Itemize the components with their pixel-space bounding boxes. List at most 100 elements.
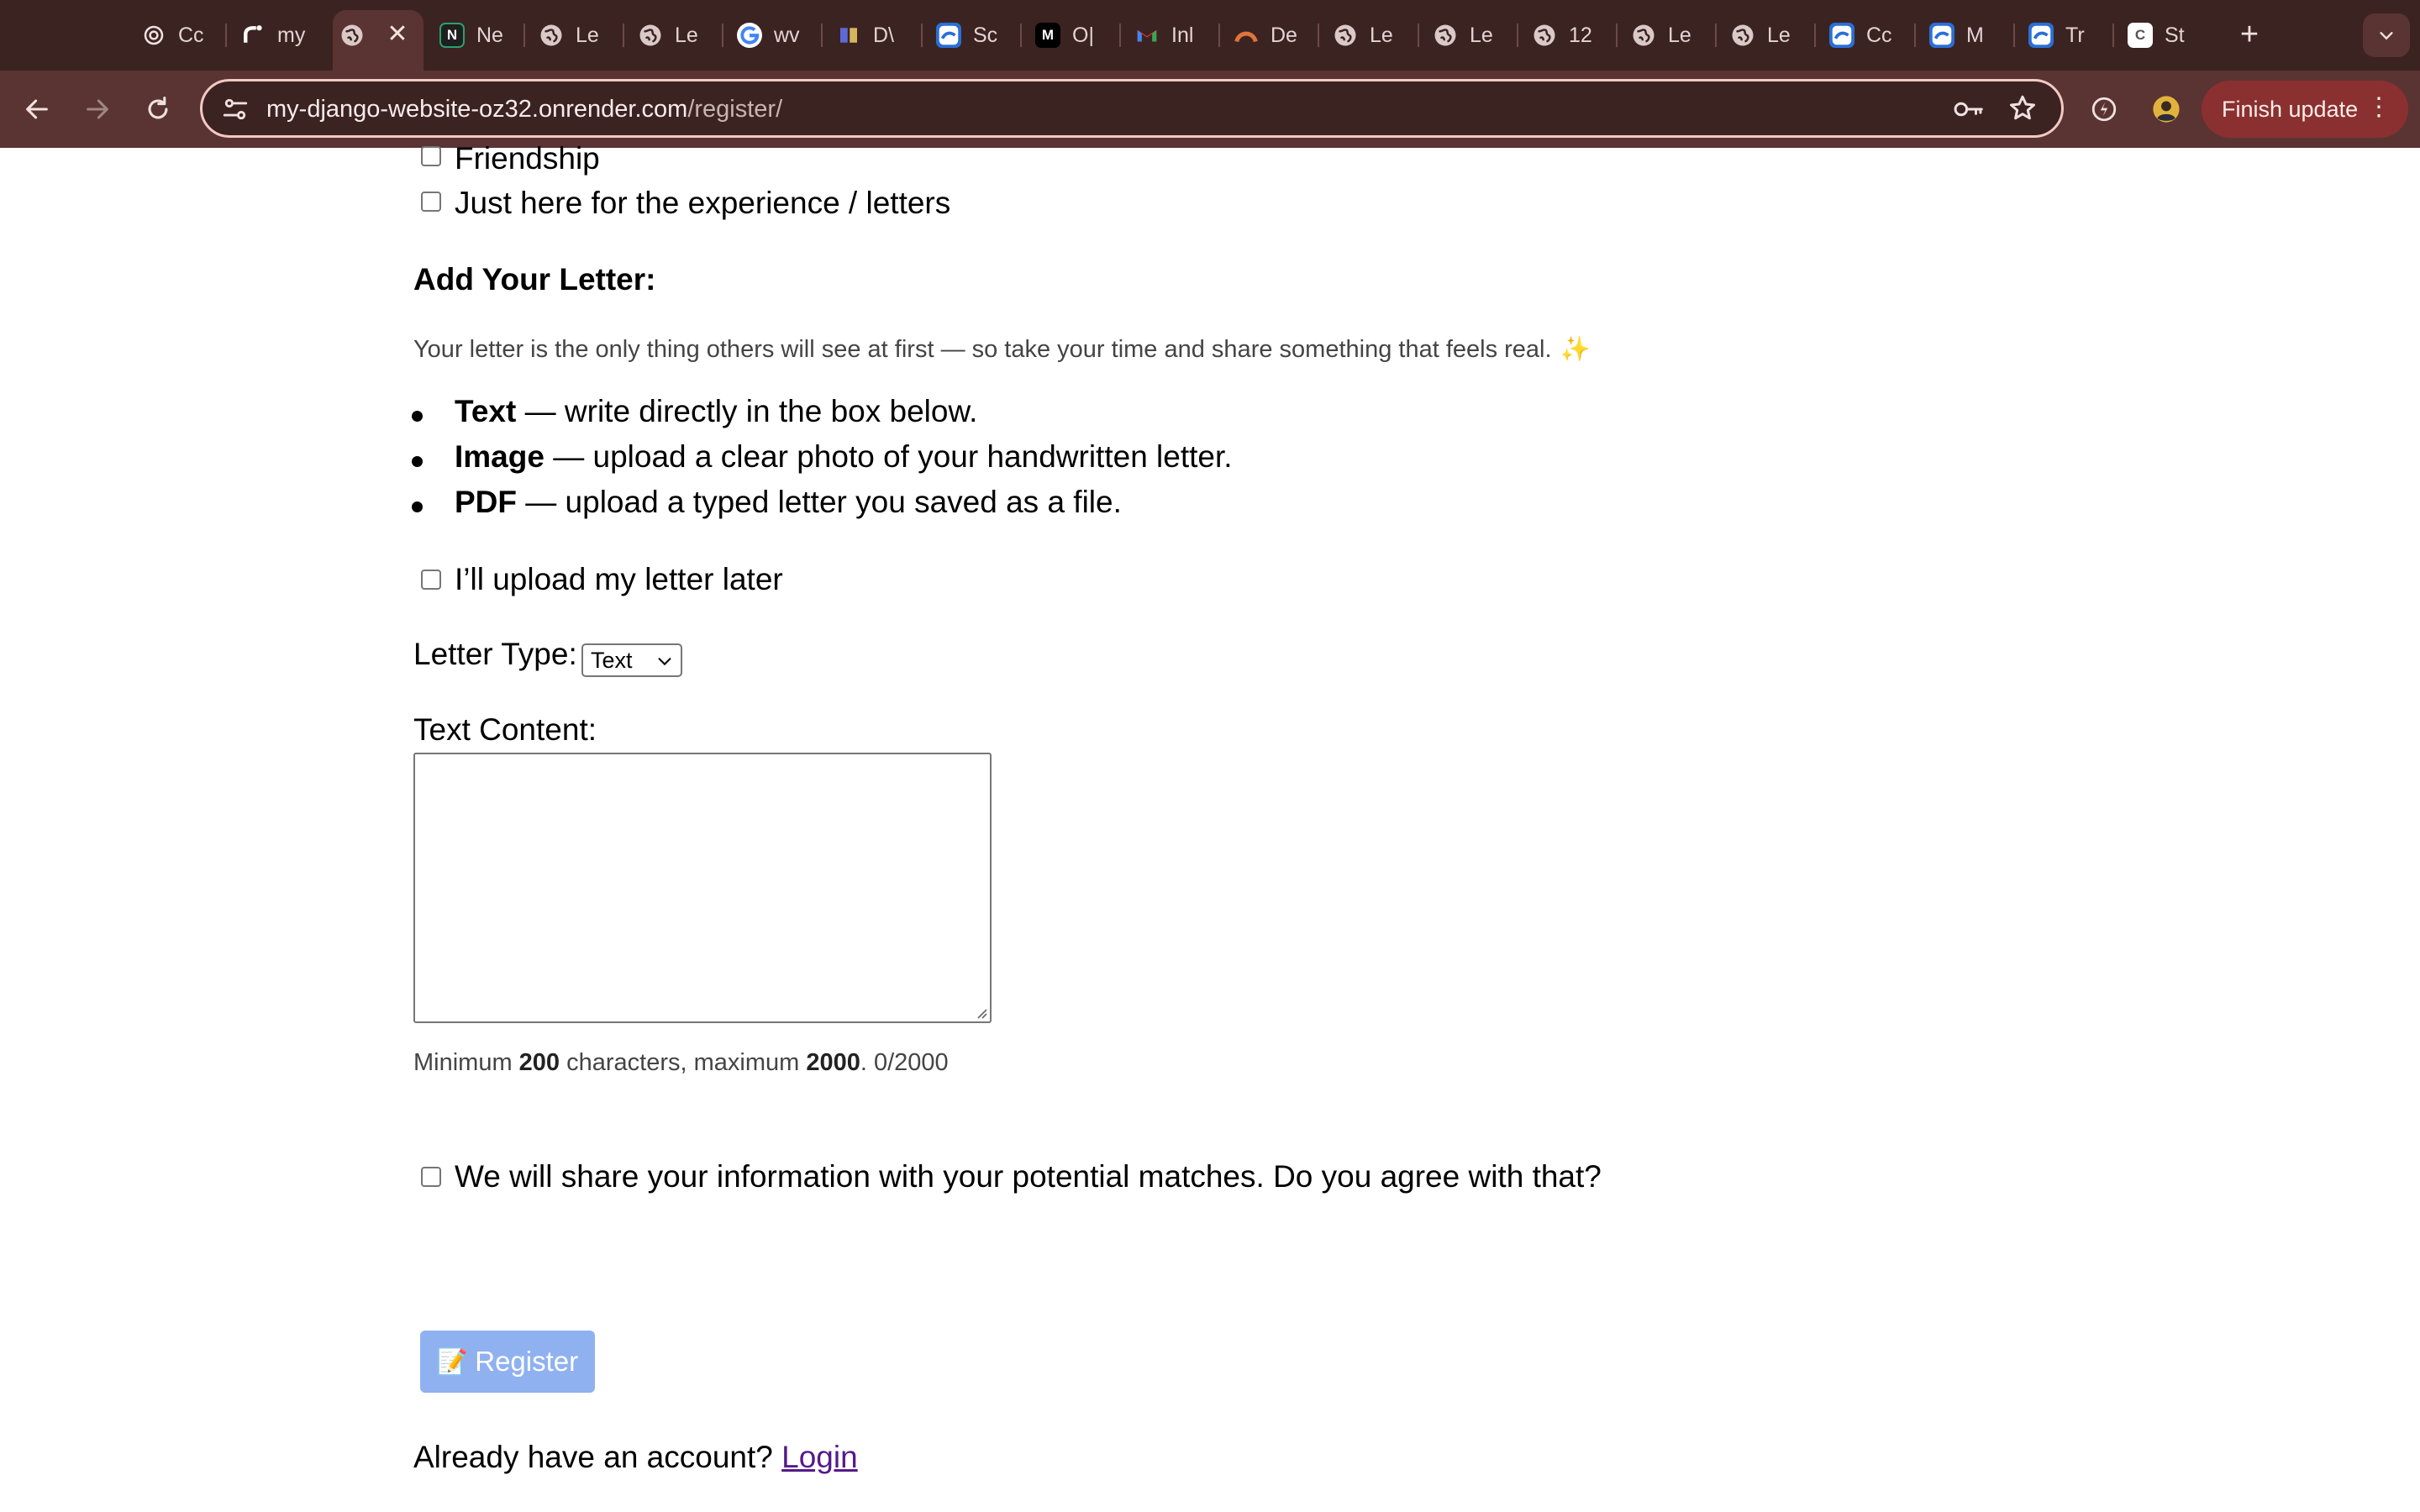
tab-divider xyxy=(1020,24,1022,47)
tab-title: Le xyxy=(1767,23,1791,47)
sparkles-icon: ✨ xyxy=(1560,336,1591,363)
letter-intro-text: Your letter is the only thing others wil… xyxy=(413,335,1591,364)
bullet-icon xyxy=(412,456,423,467)
tab-title: Cc xyxy=(1866,23,1892,47)
google-icon xyxy=(737,23,762,48)
experience-checkbox[interactable] xyxy=(421,192,441,212)
app-icon xyxy=(1929,23,1954,48)
new-tab-button[interactable]: + xyxy=(2231,17,2268,54)
browser-tab[interactable]: Le xyxy=(1730,12,1801,59)
app-icon xyxy=(2028,23,2054,48)
page-content: Friendship Just here for the experience … xyxy=(0,141,2420,1512)
tab-title: M xyxy=(1966,23,1984,47)
app-icon xyxy=(936,23,961,48)
friendship-checkbox[interactable] xyxy=(421,146,441,166)
bullet-icon xyxy=(412,501,423,512)
browser-tab[interactable]: wv xyxy=(737,12,808,59)
reload-button[interactable] xyxy=(136,87,180,131)
chevron-down-icon xyxy=(658,658,671,666)
browser-tab[interactable]: Inl xyxy=(1134,12,1205,59)
resize-grip-icon[interactable] xyxy=(973,1005,988,1020)
text-content-label: Text Content: xyxy=(413,712,597,747)
upload-later-label: I’ll upload my letter later xyxy=(455,562,783,596)
list-item-text-option: Text — write directly in the box below. xyxy=(455,394,978,428)
close-tab-icon[interactable]: ✕ xyxy=(383,20,412,49)
globe-icon xyxy=(1730,23,1755,48)
password-key-icon[interactable] xyxy=(1952,95,1984,123)
bookmark-star-icon[interactable] xyxy=(2007,93,2038,123)
browser-tab[interactable]: Le xyxy=(539,12,609,59)
extension-bolt-icon xyxy=(2091,97,2117,122)
address-bar[interactable]: my-django-website-oz32.onrender.com/regi… xyxy=(200,79,2064,138)
finish-update-button[interactable]: Finish update ⋮ xyxy=(2202,81,2408,138)
site-settings-icon[interactable] xyxy=(221,95,250,123)
tab-divider xyxy=(1418,24,1419,47)
globe-icon xyxy=(539,23,564,48)
tab-divider xyxy=(1814,24,1816,47)
browser-tab[interactable]: Le xyxy=(1631,12,1702,59)
friendship-label: Friendship xyxy=(455,141,600,176)
extensions-button[interactable] xyxy=(2082,87,2126,131)
letter-type-select[interactable]: Text xyxy=(581,643,682,677)
letter-type-label: Letter Type: xyxy=(413,637,577,671)
globe-icon xyxy=(1433,23,1458,48)
tab-title: Le xyxy=(1668,23,1691,47)
render-icon xyxy=(240,23,266,48)
globe-icon xyxy=(1532,23,1557,48)
browser-tab[interactable]: Le xyxy=(638,12,708,59)
more-vert-icon[interactable]: ⋮ xyxy=(2366,91,2391,124)
browser-tab[interactable] xyxy=(339,12,390,59)
arc-icon xyxy=(1234,23,1259,48)
tab-divider xyxy=(523,24,525,47)
arrow-left-icon xyxy=(26,99,48,119)
dv-icon xyxy=(836,23,861,48)
tab-title: Tr xyxy=(2065,23,2085,47)
browser-tab[interactable]: Le xyxy=(1333,12,1403,59)
tab-divider xyxy=(2112,24,2114,47)
tab-divider xyxy=(1218,24,1220,47)
agree-share-label: We will share your information with your… xyxy=(455,1159,1602,1194)
url-text[interactable]: my-django-website-oz32.onrender.com/regi… xyxy=(266,96,782,123)
tab-title: Ne xyxy=(476,23,503,47)
list-item-image-option: Image — upload a clear photo of your han… xyxy=(455,439,1233,474)
browser-tab[interactable]: D\ xyxy=(836,12,907,59)
browser-tab[interactable]: M O| xyxy=(1035,12,1106,59)
browser-tab[interactable]: De xyxy=(1234,12,1304,59)
letter-intro-body: Your letter is the only thing others wil… xyxy=(413,336,1552,363)
browser-tab[interactable]: Cc xyxy=(141,12,212,59)
login-link[interactable]: Login xyxy=(781,1440,858,1474)
browser-tab[interactable]: Sc xyxy=(936,12,1007,59)
chevron-down-icon xyxy=(2380,32,2393,40)
memo-icon: 📝 xyxy=(436,1347,469,1376)
agree-share-checkbox[interactable] xyxy=(421,1167,441,1187)
tab-divider xyxy=(1119,24,1121,47)
reload-icon xyxy=(148,96,168,119)
bullet-icon xyxy=(412,411,423,422)
tab-divider xyxy=(722,24,723,47)
register-button[interactable]: 📝 Register xyxy=(420,1331,595,1393)
tab-title: St xyxy=(2165,23,2185,47)
browser-tab[interactable]: my xyxy=(240,12,311,59)
letter-type-value: Text xyxy=(591,648,633,673)
text-content-textarea[interactable] xyxy=(413,753,992,1023)
browser-tab[interactable]: N Ne xyxy=(439,12,510,59)
browser-tab[interactable]: C St xyxy=(2128,12,2198,59)
tab-divider xyxy=(921,24,923,47)
back-button[interactable] xyxy=(15,87,59,131)
tab-title: wv xyxy=(774,23,800,47)
browser-tab[interactable]: Le xyxy=(1433,12,1503,59)
tab-divider xyxy=(1318,24,1319,47)
browser-tab[interactable]: Cc xyxy=(1829,12,1900,59)
tab-search-button[interactable] xyxy=(2363,13,2410,57)
browser-tab[interactable]: M xyxy=(1929,12,2000,59)
tab-divider xyxy=(821,24,823,47)
profile-button[interactable] xyxy=(2144,87,2188,131)
forward-button[interactable] xyxy=(76,87,119,131)
globe-icon xyxy=(339,23,365,48)
browser-tab[interactable]: 12 xyxy=(1532,12,1602,59)
browser-tab[interactable]: Tr xyxy=(2028,12,2099,59)
browser-toolbar: my-django-website-oz32.onrender.com/regi… xyxy=(0,71,2420,148)
chatgpt-icon xyxy=(141,23,166,48)
upload-later-checkbox[interactable] xyxy=(421,570,441,590)
tab-divider xyxy=(1715,24,1717,47)
